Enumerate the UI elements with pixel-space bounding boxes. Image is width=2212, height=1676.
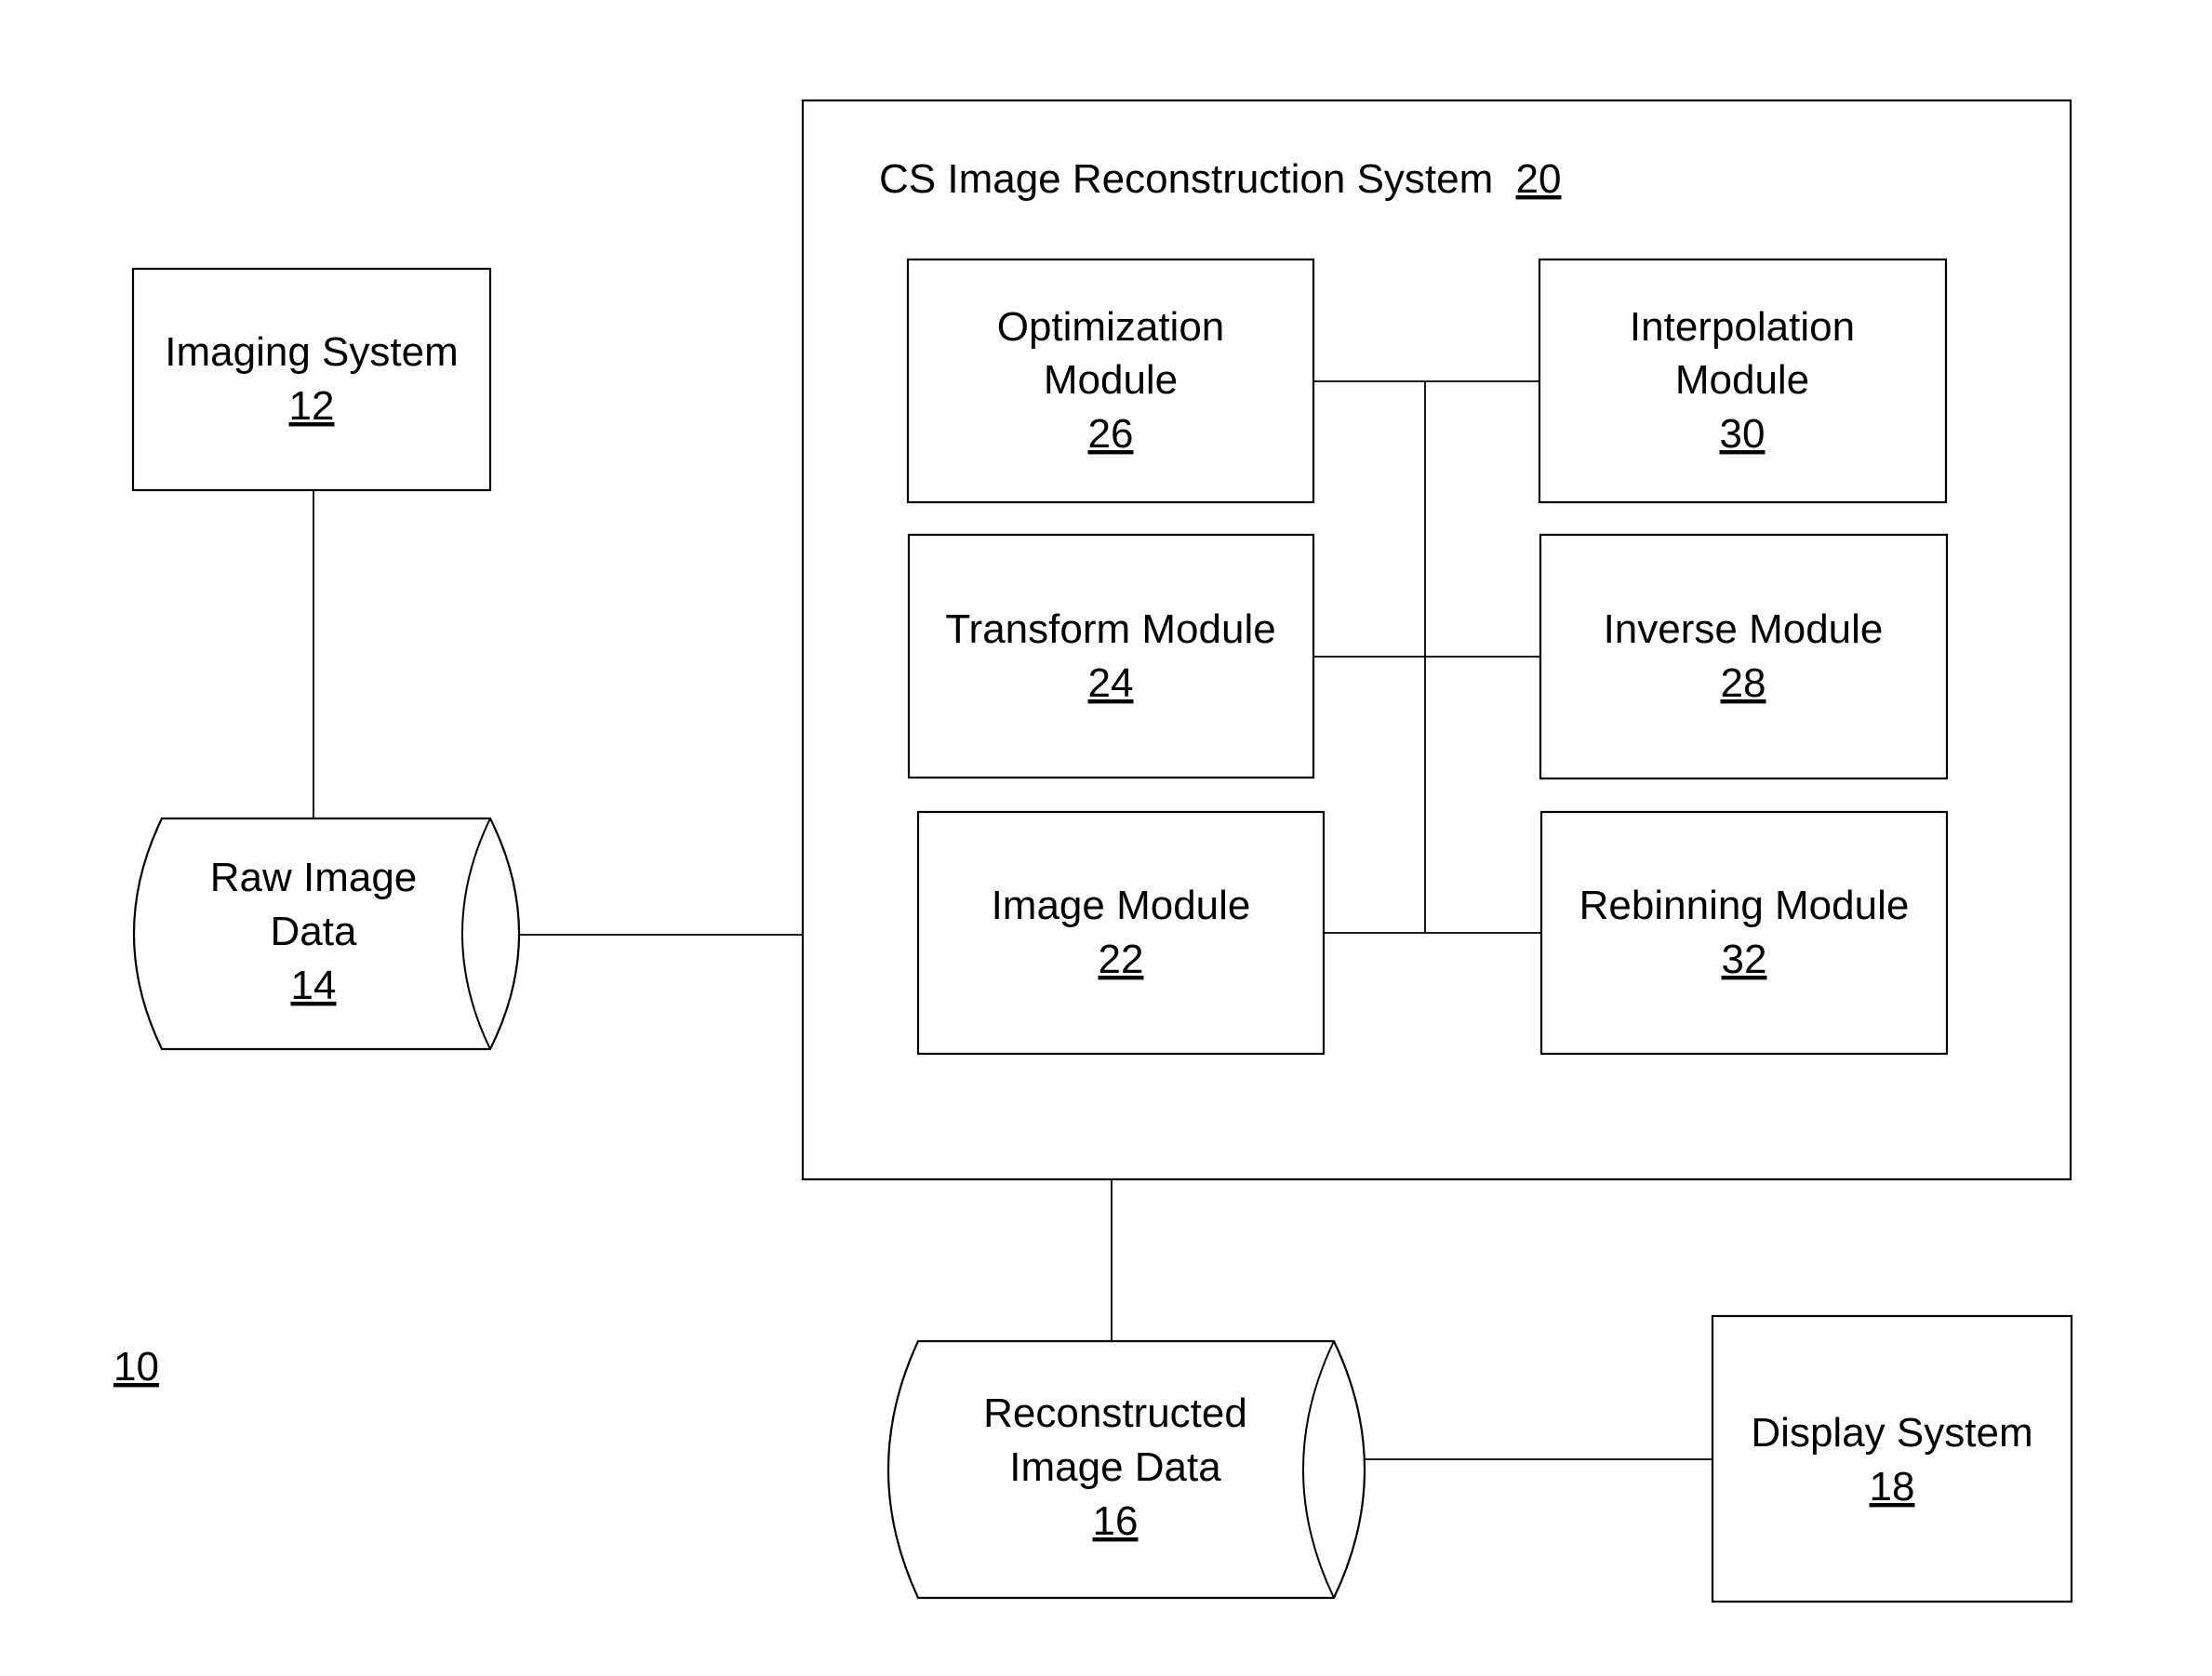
container-ref-number: 20 (1516, 156, 1562, 202)
transform-module-box (907, 533, 1315, 779)
inverse-module-label: Inverse Module (1604, 606, 1884, 652)
interpolation-module-ref: 30 (1720, 411, 1766, 457)
imaging-system-label: Imaging System (165, 329, 458, 375)
reconstructed-image-data-label-line1: Reconstructed (983, 1390, 1247, 1436)
inverse-module-ref: 28 (1721, 660, 1766, 706)
image-module-node: Image Module 22 (916, 810, 1326, 1056)
rebinning-module-box (1539, 810, 1949, 1056)
display-system-node: Display System 18 (1711, 1314, 2073, 1603)
raw-image-data-label-line2: Data (271, 909, 357, 954)
inverse-module-node: Inverse Module 28 (1539, 533, 1949, 780)
optimization-module-label-line1: Optimization (997, 304, 1225, 350)
container-title: CS Image Reconstruction System 20 (879, 156, 1561, 202)
imaging-system-node: Imaging System 12 (131, 267, 492, 492)
optimization-module-label-line2: Module (1044, 357, 1178, 403)
reconstructed-image-data-label-line2: Image Data (1009, 1444, 1221, 1490)
image-module-box (916, 810, 1326, 1056)
rebinning-module-label: Rebinning Module (1579, 883, 1910, 928)
imaging-system-box (131, 267, 492, 492)
figure-ref-number: 10 (113, 1344, 159, 1390)
display-system-box (1711, 1314, 2073, 1603)
interpolation-module-label-line2: Module (1675, 357, 1809, 403)
imaging-system-ref: 12 (289, 383, 335, 429)
image-module-label: Image Module (992, 883, 1251, 928)
reconstructed-image-data-node: Reconstructed Image Data 16 (886, 1339, 1366, 1600)
interpolation-module-label-line1: Interpolation (1630, 304, 1855, 350)
inverse-module-box (1539, 533, 1949, 780)
transform-module-ref: 24 (1088, 660, 1134, 706)
optimization-module-node: Optimization Module 26 (906, 258, 1315, 504)
raw-image-data-node: Raw Image Data 14 (133, 817, 520, 1051)
rebinning-module-ref: 32 (1722, 937, 1767, 982)
reconstructed-image-data-ref: 16 (1093, 1498, 1139, 1544)
optimization-module-ref: 26 (1088, 411, 1134, 457)
raw-image-data-ref: 14 (291, 963, 337, 1008)
container-title-text: CS Image Reconstruction System (879, 156, 1493, 202)
display-system-ref: 18 (1870, 1464, 1915, 1510)
transform-module-label: Transform Module (945, 606, 1275, 652)
rebinning-module-node: Rebinning Module 32 (1539, 810, 1949, 1056)
raw-image-data-label-line1: Raw Image (210, 855, 418, 900)
image-module-ref: 22 (1099, 937, 1144, 982)
transform-module-node: Transform Module 24 (907, 533, 1315, 779)
system-block-diagram: CS Image Reconstruction System 20 Imagin… (113, 99, 2073, 1603)
display-system-label: Display System (1751, 1410, 2032, 1456)
interpolation-module-node: Interpolation Module 30 (1538, 258, 1948, 504)
